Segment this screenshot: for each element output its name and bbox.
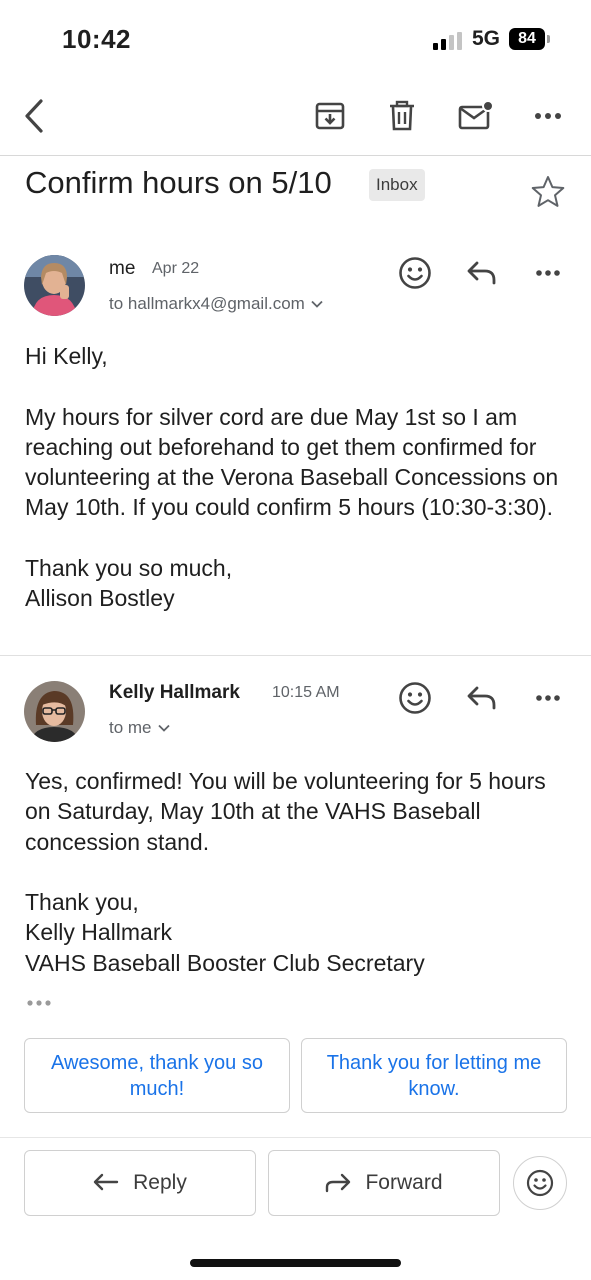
message-body: Yes, confirmed! You will be volunteering… [25,766,570,978]
mail-unread-icon [458,100,494,130]
body-paragraph: Yes, confirmed! You will be volunteering… [25,768,546,855]
chevron-left-icon [25,99,43,133]
reply-icon [467,261,496,285]
subject-row: Confirm hours on 5/10 Inbox [0,156,591,226]
sender-name: me [109,258,136,279]
sender-photo [24,255,85,316]
archive-icon [315,102,345,130]
inbox-label[interactable]: Inbox [369,169,425,201]
bottom-divider [0,1137,591,1138]
chevron-down-icon [311,300,323,308]
archive-button[interactable] [308,94,352,138]
sender-name: Kelly Hallmark [109,682,240,703]
reply-icon [93,1173,119,1191]
star-icon[interactable] [530,174,566,210]
body-line: Kelly Hallmark [25,919,172,946]
smiley-icon [399,682,431,714]
message-date: Apr 22 [152,260,200,277]
more-options-button[interactable] [526,94,570,138]
message-2: Kelly Hallmark 10:15 AM to me Yes, confi… [0,656,591,1026]
status-bar: 10:42 5G 84 [0,0,591,80]
status-time: 10:42 [62,24,131,54]
forward-label: Forward [365,1171,443,1194]
body-line: VAHS Baseball Booster Club Secretary [25,949,425,976]
chevron-down-icon [157,724,170,732]
network-type: 5G [472,27,501,50]
message-toolbar [0,80,591,156]
message-more-button[interactable] [528,253,568,293]
recipients-toggle[interactable]: to me [109,718,170,738]
battery-icon: 84 [509,28,551,50]
back-button[interactable] [12,94,56,138]
recipients-text: to me [109,718,152,737]
body-line: Thank you so much, [25,555,233,582]
signal-icon [433,32,462,50]
body-line: Hi Kelly, [25,343,108,369]
email-subject: Confirm hours on 5/10 [25,165,332,200]
message-1: me Apr 22 to hallmarkx4@gmail.com Hi Kel… [0,226,591,656]
reply-button[interactable] [462,253,502,293]
recipients-text: to hallmarkx4@gmail.com [109,294,305,313]
emoji-reaction-button[interactable] [395,253,435,293]
message-body: Hi Kelly, My hours for silver cord are d… [25,341,570,614]
sender-photo [24,681,85,742]
avatar[interactable] [24,255,85,316]
reply-icon [467,686,496,710]
reply-label: Reply [133,1171,187,1194]
home-indicator[interactable] [190,1259,401,1267]
message-date: 10:15 AM [272,684,340,701]
forward-action-button[interactable]: Forward [268,1150,500,1216]
forward-icon [326,1173,351,1193]
trash-icon [390,100,414,131]
react-emoji-button[interactable] [513,1156,567,1210]
emoji-reaction-button[interactable] [395,678,435,718]
delete-button[interactable] [380,94,424,138]
recipients-toggle[interactable]: to hallmarkx4@gmail.com [109,294,323,314]
avatar[interactable] [24,681,85,742]
smiley-icon [526,1169,554,1197]
body-line: Thank you, [25,889,139,916]
message-more-button[interactable] [528,678,568,718]
battery-level: 84 [509,28,545,50]
reply-button[interactable] [462,678,502,718]
smart-reply-button[interactable]: Thank you for letting me know. [301,1038,567,1113]
smiley-icon [399,257,431,289]
body-paragraph: My hours for silver cord are due May 1st… [25,403,559,521]
more-horizontal-icon [536,695,560,701]
body-line: Allison Bostley [25,585,175,612]
mark-unread-button[interactable] [454,94,498,138]
show-trimmed-content-icon[interactable] [26,995,54,1011]
smart-reply-button[interactable]: Awesome, thank you so much! [24,1038,290,1113]
more-horizontal-icon [536,270,560,276]
more-horizontal-icon [535,113,561,119]
reply-action-button[interactable]: Reply [24,1150,256,1216]
